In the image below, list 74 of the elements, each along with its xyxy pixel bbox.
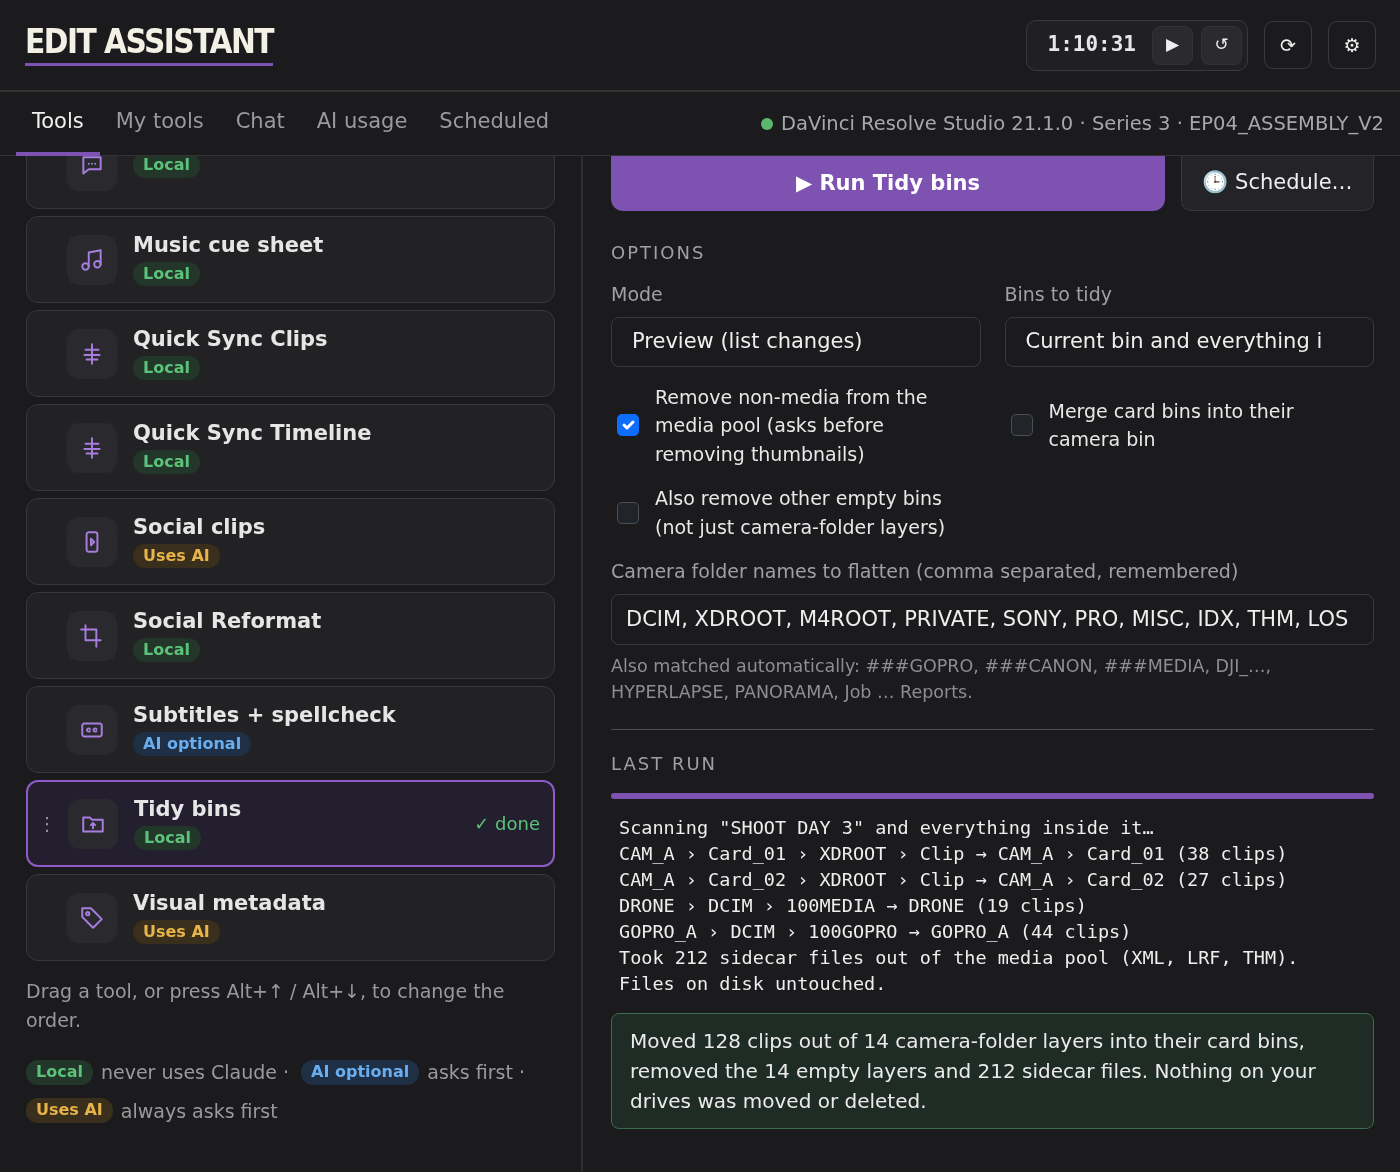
tool-badge: Uses AI xyxy=(26,1098,113,1124)
tool-title: Social Reformat xyxy=(133,608,322,634)
tool-card[interactable]: Music cue sheet Local xyxy=(26,216,555,303)
nav-tab[interactable]: AI usage xyxy=(300,91,424,156)
legend-text: asks first · xyxy=(427,1060,525,1085)
tool-badge: Local xyxy=(133,156,200,178)
legend-text: never uses Claude · xyxy=(100,1060,290,1085)
schedule-button[interactable]: 🕒 Schedule… xyxy=(1181,156,1374,211)
tag-icon xyxy=(79,904,105,931)
help-text: Also matched automatically: ###GOPRO, ###CANON, ###MEDIA, DJI_…, HYPERLAPSE, PANORAMA, Job … Reports. xyxy=(611,654,1273,704)
result-summary: Moved 128 clips out of 14 camera-folder layers into their card bins, removed the 14 empty layers and 212 sidecar files. Nothing on your drives was moved or deleted. xyxy=(611,1013,1374,1129)
tool-badge: AI optional xyxy=(301,1059,420,1085)
tool-title: Visual metadata xyxy=(133,890,326,916)
log-line: CAM_A › Card_02 › XDROOT › Clip → CAM_A › Card_02 (27 clips) xyxy=(619,868,1289,892)
checkbox[interactable] xyxy=(617,501,639,524)
tool-title: Tidy bins xyxy=(134,796,242,822)
play-button[interactable]: ▶ xyxy=(1152,25,1193,65)
tool-card[interactable]: ⋮ Tidy bins Local ✓ done xyxy=(26,780,555,867)
tool-badge: Uses AI xyxy=(133,543,220,569)
checkbox[interactable] xyxy=(617,414,639,437)
log-line: Took 212 sidecar files out of the media pool (XML, LRF, THM). xyxy=(619,946,1300,970)
tool-badge: Local xyxy=(133,261,200,287)
log-line: Scanning "SHOOT DAY 3" and everything inside it… xyxy=(619,816,1155,840)
tool-title: Quick Sync Clips xyxy=(133,326,328,352)
reorder-hint: Drag a tool, or press Alt+↑ / Alt+↓, to change the order. xyxy=(26,979,506,1033)
checkbox-label: Also remove other empty bins (not just camera-folder layers) xyxy=(655,486,947,540)
crop-icon xyxy=(79,622,105,649)
tool-title: Social clips xyxy=(133,514,266,540)
tool-status: ✓ done xyxy=(474,812,540,836)
dropdown[interactable]: Current bin and everything i xyxy=(1004,316,1374,367)
nav-tab[interactable]: My tools xyxy=(99,91,220,156)
music-note-icon xyxy=(79,246,105,273)
tool-title: Subtitles + spellcheck xyxy=(133,702,396,728)
settings-button[interactable]: ⚙ xyxy=(1328,21,1376,69)
log-line: Files on disk untouched. xyxy=(619,972,888,996)
tool-badge: Local xyxy=(26,1059,93,1085)
app-logo: EDIT ASSISTANT xyxy=(25,24,273,66)
tool-card[interactable]: Quick Sync Timeline Local xyxy=(26,404,555,491)
field-label: Camera folder names to flatten (comma separated, remembered) xyxy=(611,559,1240,584)
log-line: CAM_A › Card_01 › XDROOT › Clip → CAM_A › Card_01 (38 clips) xyxy=(619,842,1289,866)
checkbox-label: Remove non-media from the media pool (asks before removing thumbnails) xyxy=(655,384,929,467)
refresh-button[interactable]: ⟳ xyxy=(1264,21,1312,69)
field-label: Mode xyxy=(611,282,664,307)
drag-handle[interactable]: ⋮ xyxy=(38,813,56,834)
last-run-heading: LAST RUN xyxy=(611,752,719,776)
legend-text: always asks first xyxy=(120,1098,278,1124)
dropdown[interactable]: Preview (list changes) xyxy=(611,316,981,367)
log-line: GOPRO_A › DCIM › 100GOPRO → GOPRO_A (44 clips) xyxy=(619,920,1133,944)
field-label: Bins to tidy xyxy=(1004,282,1113,307)
nav-tab[interactable]: Chat xyxy=(219,91,301,156)
timer-readout: 1:10:31 xyxy=(1047,31,1136,59)
tool-badge: Local xyxy=(133,449,200,475)
tool-title: Music cue sheet xyxy=(133,232,324,258)
tool-card[interactable]: Visual metadata Uses AI xyxy=(26,874,555,961)
reset-button[interactable]: ↺ xyxy=(1201,25,1242,65)
tool-card[interactable]: Social Reformat Local xyxy=(26,592,555,679)
tool-card[interactable]: Local xyxy=(26,156,555,209)
run-button[interactable]: ▶ Run Tidy bins xyxy=(611,156,1165,211)
tool-badge: Local xyxy=(133,637,200,663)
tool-card[interactable]: Subtitles + spellcheck AI optional xyxy=(26,686,555,773)
tool-badge: AI optional xyxy=(133,731,252,757)
log-line: DRONE › DCIM › 100MEDIA → DRONE (19 clips) xyxy=(619,894,1088,918)
tool-card[interactable]: Social clips Uses AI xyxy=(26,498,555,585)
checkbox-label: Merge card bins into their camera bin xyxy=(1048,398,1295,453)
options-heading: OPTIONS xyxy=(611,241,707,265)
tool-badge: Local xyxy=(133,355,200,381)
tool-badge: Uses AI xyxy=(133,919,220,945)
checkbox[interactable] xyxy=(1010,414,1033,437)
tool-badge: Local xyxy=(134,825,201,851)
tool-card[interactable]: Quick Sync Clips Local xyxy=(26,310,555,397)
connection-status: DaVinci Resolve Studio 21.1.0 · Series 3 · EP04_ASSEMBLY_V2 xyxy=(781,110,1384,137)
tool-title: Quick Sync Timeline xyxy=(133,420,372,446)
folder-names-field[interactable]: DCIM, XDROOT, M4ROOT, PRIVATE, SONY, PRO, MISC, IDX, THM, LOS xyxy=(611,593,1374,645)
nav-tab[interactable]: Scheduled xyxy=(423,91,566,156)
